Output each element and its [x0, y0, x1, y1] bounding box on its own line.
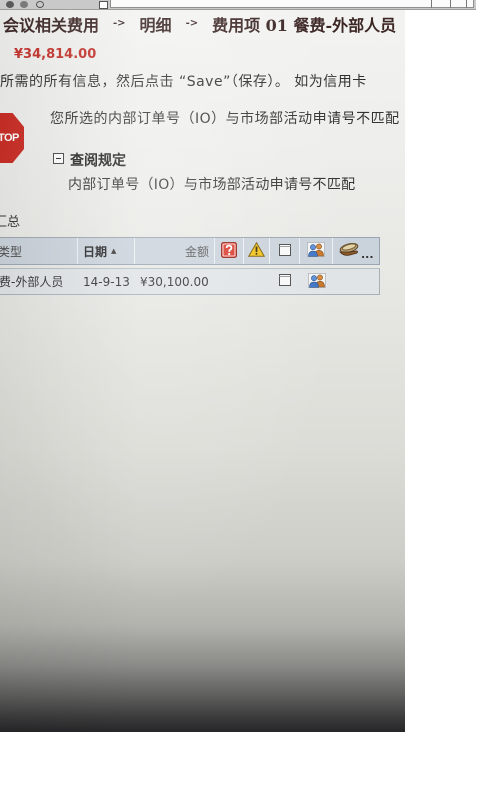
row-receipt-cell: [270, 269, 300, 294]
question-icon: [221, 241, 237, 261]
instruction-text: 所需的所有信息，然后点击 “Save”（保存）。 如为信用卡: [0, 74, 367, 90]
attendees-icon: [307, 242, 325, 260]
column-header-exceptions: [215, 238, 244, 264]
total-amount: ¥34,814.00: [14, 47, 97, 62]
row-amount: ¥30,100.00: [140, 274, 209, 289]
row-more-cell: [333, 269, 380, 294]
row-alerts-cell: [244, 269, 270, 294]
stop-sign-label: STOP: [0, 132, 19, 144]
breadcrumb-separator: ->: [113, 18, 126, 29]
column-header-more[interactable]: ...: [333, 238, 380, 264]
collapse-icon[interactable]: [53, 153, 64, 164]
row-date: 14-9-13: [83, 274, 130, 289]
column-header-alerts: [244, 238, 270, 264]
sort-ascending-icon: ▲: [111, 247, 117, 255]
forward-icon[interactable]: [20, 1, 28, 8]
breadcrumb-item-details[interactable]: 明细: [140, 12, 172, 36]
breadcrumb-item-meeting-expenses[interactable]: 会议相关费用: [3, 12, 99, 36]
breadcrumb-separator: ->: [185, 18, 199, 29]
column-header-date[interactable]: 日期 ▲: [78, 238, 135, 264]
column-header-amount-label: 金额: [184, 244, 209, 259]
address-bar[interactable]: [110, 0, 474, 8]
address-divider: [431, 0, 432, 8]
back-icon[interactable]: [6, 1, 14, 8]
money-hand-icon: [338, 242, 360, 261]
row-exceptions-cell: [215, 269, 244, 294]
policy-text: 内部订单号（IO）与市场部活动申请号不匹配: [68, 177, 356, 193]
breadcrumb: 会议相关费用 -> 明细 -> 费用项 01 餐费-外部人员: [3, 12, 396, 36]
column-header-type-label: 类型: [0, 244, 23, 259]
address-divider: [466, 0, 467, 8]
column-header-type[interactable]: 类型: [0, 238, 78, 264]
refresh-icon[interactable]: [36, 1, 44, 8]
receipt-icon: [278, 243, 291, 259]
address-divider: [450, 0, 451, 8]
more-columns-indicator: ...: [361, 247, 374, 261]
table-row[interactable]: 费-外部人员 14-9-13 ¥30,100.00: [0, 268, 380, 295]
column-header-date-label: 日期: [83, 244, 108, 259]
monitor-screen: 会议相关费用 -> 明细 -> 费用项 01 餐费-外部人员 ¥34,814.0…: [0, 0, 405, 732]
column-header-receipt: [270, 238, 300, 264]
row-expense-type: 费-外部人员: [0, 275, 64, 289]
breadcrumb-item-current-expense: 费用项 01 餐费-外部人员: [212, 16, 397, 35]
column-header-attendees: [300, 238, 333, 264]
browser-toolbar: [0, 0, 476, 10]
alert-message: 您所选的内部订单号（IO）与市场部活动申请号不匹配: [50, 111, 400, 127]
receipt-icon[interactable]: [279, 274, 291, 289]
warning-icon: [247, 241, 266, 260]
row-attendees-cell: [300, 269, 333, 294]
page-icon: [99, 1, 108, 9]
table-header-row: 类型 日期 ▲ 金额 ...: [0, 237, 380, 265]
column-header-amount[interactable]: 金额: [135, 238, 215, 264]
summary-title: 汇总: [0, 215, 21, 230]
policy-title-link[interactable]: 查阅规定: [70, 150, 126, 170]
summary-table: 类型 日期 ▲ 金额 ... 费-外部人员 14-9-13 ¥30,100.00: [0, 237, 380, 295]
attendees-icon[interactable]: [307, 272, 326, 291]
stop-sign-icon: STOP: [0, 113, 24, 163]
